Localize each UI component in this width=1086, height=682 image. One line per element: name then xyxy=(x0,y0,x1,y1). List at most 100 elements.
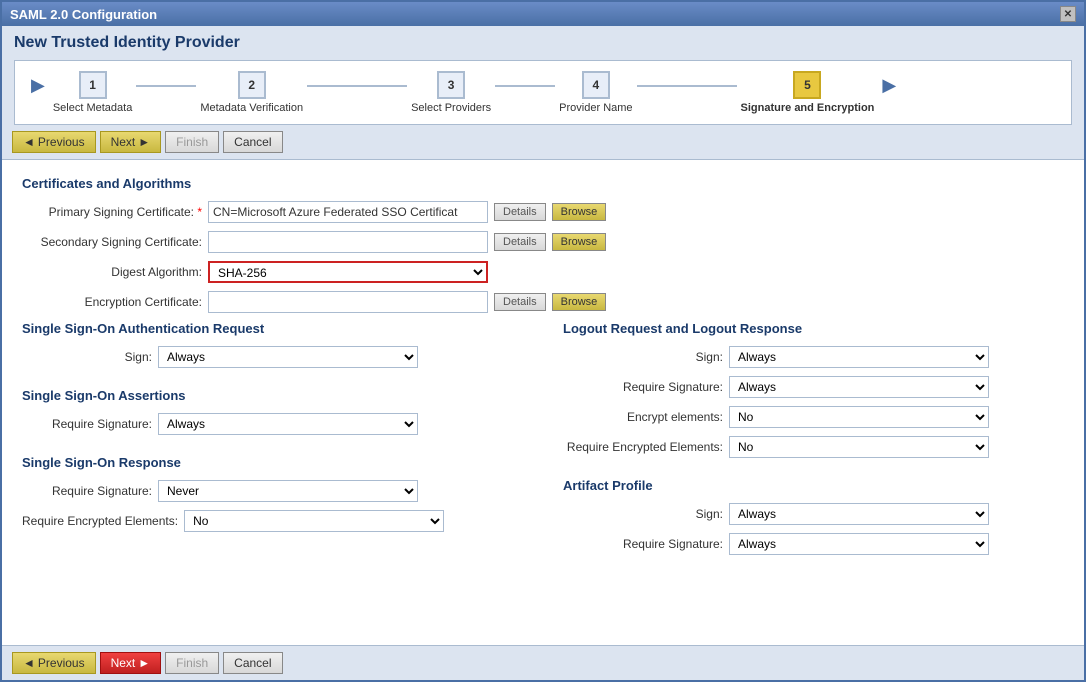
encryption-details-button[interactable]: Details xyxy=(494,293,546,311)
main-window: SAML 2.0 Configuration ✕ New Trusted Ide… xyxy=(0,0,1086,682)
sso-auth-title: Single Sign-On Authentication Request xyxy=(22,321,523,336)
step-2-label: Metadata Verification xyxy=(200,102,303,114)
step-3-number: 3 xyxy=(437,71,465,99)
artifact-req-sig-select[interactable]: Always Never Optional xyxy=(729,533,989,555)
artifact-sign-label: Sign: xyxy=(563,507,723,521)
digest-algorithm-label: Digest Algorithm: xyxy=(22,265,202,279)
step-connector-3 xyxy=(495,85,555,87)
sso-assertions-req-sig-select[interactable]: Always Never Optional xyxy=(158,413,418,435)
artifact-req-sig-row: Require Signature: Always Never Optional xyxy=(563,533,1064,555)
title-bar: SAML 2.0 Configuration ✕ xyxy=(2,2,1084,26)
wizard-steps: ▶ 1 Select Metadata 2 Metadata Verificat… xyxy=(14,60,1072,125)
logout-req-sig-row: Require Signature: Always Never Optional xyxy=(563,376,1064,398)
step-5: 5 Signature and Encryption xyxy=(741,71,875,114)
previous-button-top[interactable]: ◄ Previous xyxy=(12,131,96,153)
logout-sign-row: Sign: Always Never Optional xyxy=(563,346,1064,368)
logout-req-enc-label: Require Encrypted Elements: xyxy=(563,440,723,454)
sso-auth-sign-select[interactable]: Always Never Optional xyxy=(158,346,418,368)
next-button-bottom[interactable]: Next ► xyxy=(100,652,162,674)
logout-section: Logout Request and Logout Response Sign:… xyxy=(563,321,1064,458)
logout-req-sig-select[interactable]: Always Never Optional xyxy=(729,376,989,398)
column-right: Logout Request and Logout Response Sign:… xyxy=(563,321,1064,563)
logout-enc-elem-select[interactable]: No Yes xyxy=(729,406,989,428)
required-star: * xyxy=(197,205,202,219)
sso-assertions-title: Single Sign-On Assertions xyxy=(22,388,523,403)
primary-details-button[interactable]: Details xyxy=(494,203,546,221)
two-column-layout: Single Sign-On Authentication Request Si… xyxy=(22,321,1064,563)
encryption-cert-row: Encryption Certificate: Details Browse xyxy=(22,291,1064,313)
logout-sign-select[interactable]: Always Never Optional xyxy=(729,346,989,368)
secondary-details-button[interactable]: Details xyxy=(494,233,546,251)
primary-browse-button[interactable]: Browse xyxy=(552,203,607,221)
sso-response-req-sig-select[interactable]: Never Always Optional xyxy=(158,480,418,502)
sso-response-req-sig-label: Require Signature: xyxy=(22,484,152,498)
step-5-number: 5 xyxy=(793,71,821,99)
encryption-browse-button[interactable]: Browse xyxy=(552,293,607,311)
step-3-label: Select Providers xyxy=(411,102,491,114)
sso-response-req-enc-row: Require Encrypted Elements: No Yes xyxy=(22,510,523,532)
artifact-section: Artifact Profile Sign: Always Never Opti… xyxy=(563,478,1064,555)
sso-auth-sign-label: Sign: xyxy=(22,350,152,364)
step-connector-1 xyxy=(136,85,196,87)
logout-enc-elem-label: Encrypt elements: xyxy=(563,410,723,424)
sso-assertions-req-sig-row: Require Signature: Always Never Optional xyxy=(22,413,523,435)
cancel-button-top[interactable]: Cancel xyxy=(223,131,282,153)
finish-button-top[interactable]: Finish xyxy=(165,131,219,153)
step-3: 3 Select Providers xyxy=(411,71,491,114)
sso-response-req-sig-row: Require Signature: Never Always Optional xyxy=(22,480,523,502)
sso-response-req-enc-select[interactable]: No Yes xyxy=(184,510,444,532)
step-1-number: 1 xyxy=(79,71,107,99)
page-header: New Trusted Identity Provider ▶ 1 Select… xyxy=(2,26,1084,125)
sso-assertions-req-sig-label: Require Signature: xyxy=(22,417,152,431)
cancel-button-bottom[interactable]: Cancel xyxy=(223,652,282,674)
step-1: 1 Select Metadata xyxy=(53,71,133,114)
primary-signing-label: Primary Signing Certificate: * xyxy=(22,205,202,219)
main-content: New Trusted Identity Provider ▶ 1 Select… xyxy=(2,26,1084,680)
step-connector-4 xyxy=(637,85,737,87)
prev-arrow-icon: ◄ xyxy=(23,135,35,149)
artifact-req-sig-label: Require Signature: xyxy=(563,537,723,551)
digest-algorithm-row: Digest Algorithm: SHA-256 SHA-1 SHA-512 xyxy=(22,261,1064,283)
sso-response-req-enc-label: Require Encrypted Elements: xyxy=(22,514,178,528)
step-4: 4 Provider Name xyxy=(559,71,632,114)
step-2: 2 Metadata Verification xyxy=(200,71,303,114)
secondary-signing-input[interactable] xyxy=(208,231,488,253)
logout-enc-elem-row: Encrypt elements: No Yes xyxy=(563,406,1064,428)
content-scroll: Certificates and Algorithms Primary Sign… xyxy=(2,160,1084,645)
encryption-cert-input[interactable] xyxy=(208,291,488,313)
logout-req-sig-label: Require Signature: xyxy=(563,380,723,394)
secondary-signing-label: Secondary Signing Certificate: xyxy=(22,235,202,249)
sso-response-title: Single Sign-On Response xyxy=(22,455,523,470)
step-4-number: 4 xyxy=(582,71,610,99)
inner-content: Certificates and Algorithms Primary Sign… xyxy=(2,160,1084,579)
certificates-title: Certificates and Algorithms xyxy=(22,176,1064,191)
artifact-title: Artifact Profile xyxy=(563,478,1064,493)
primary-signing-input[interactable] xyxy=(208,201,488,223)
logout-title: Logout Request and Logout Response xyxy=(563,321,1064,336)
sso-auth-section: Single Sign-On Authentication Request Si… xyxy=(22,321,523,368)
step-5-label: Signature and Encryption xyxy=(741,102,875,114)
secondary-signing-row: Secondary Signing Certificate: Details B… xyxy=(22,231,1064,253)
encryption-cert-label: Encryption Certificate: xyxy=(22,295,202,309)
prev-arrow-bottom-icon: ◄ xyxy=(23,656,35,670)
window-title: SAML 2.0 Configuration xyxy=(10,7,157,22)
logout-sign-label: Sign: xyxy=(563,350,723,364)
secondary-browse-button[interactable]: Browse xyxy=(552,233,607,251)
previous-button-bottom[interactable]: ◄ Previous xyxy=(12,652,96,674)
close-button[interactable]: ✕ xyxy=(1060,6,1076,22)
sso-auth-sign-row: Sign: Always Never Optional xyxy=(22,346,523,368)
digest-algorithm-select[interactable]: SHA-256 SHA-1 SHA-512 xyxy=(208,261,488,283)
toolbar-top: ◄ Previous Next ► Finish Cancel xyxy=(2,125,1084,160)
artifact-sign-select[interactable]: Always Never Optional xyxy=(729,503,989,525)
step-connector-2 xyxy=(307,85,407,87)
column-left: Single Sign-On Authentication Request Si… xyxy=(22,321,523,563)
primary-signing-row: Primary Signing Certificate: * Details B… xyxy=(22,201,1064,223)
step-2-number: 2 xyxy=(238,71,266,99)
next-button-top[interactable]: Next ► xyxy=(100,131,162,153)
step-4-label: Provider Name xyxy=(559,102,632,114)
toolbar-bottom: ◄ Previous Next ► Finish Cancel xyxy=(2,645,1084,680)
finish-button-bottom[interactable]: Finish xyxy=(165,652,219,674)
step-1-label: Select Metadata xyxy=(53,102,133,114)
next-arrow-icon: ► xyxy=(138,135,150,149)
logout-req-enc-select[interactable]: No Yes xyxy=(729,436,989,458)
